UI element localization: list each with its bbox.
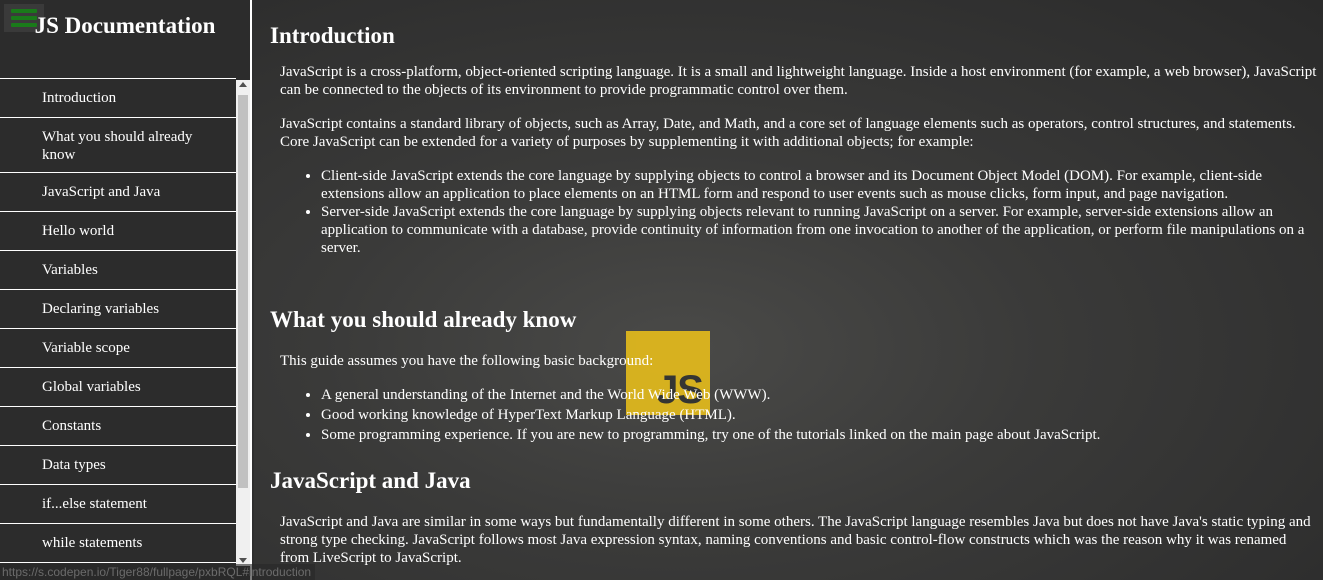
list-item: Some programming experience. If you are … <box>321 426 1319 444</box>
main-doc: JS Introduction JavaScript is a cross-pl… <box>254 0 1323 580</box>
nav-scrollbar[interactable] <box>236 80 250 566</box>
nav-link-while-statements[interactable]: while statements <box>0 524 236 563</box>
nav-link-javascript-and-java[interactable]: JavaScript and Java <box>0 173 236 212</box>
list-item: Client-side JavaScript extends the core … <box>321 167 1319 203</box>
list-item: Good working knowledge of HyperText Mark… <box>321 406 1319 424</box>
nav-link-declaring-variables[interactable]: Declaring variables <box>0 290 236 329</box>
scroll-down-arrow-icon[interactable] <box>239 558 247 563</box>
bullet-list: A general understanding of the Internet … <box>270 386 1319 444</box>
paragraph: JavaScript and Java are similar in some … <box>280 514 1311 566</box>
nav-link-constants[interactable]: Constants <box>0 407 236 446</box>
nav-link-if-else-statement[interactable]: if...else statement <box>0 485 236 524</box>
nav-link-what-you-should-already-know[interactable]: What you should already know <box>0 118 236 173</box>
section-heading: Introduction <box>270 23 395 48</box>
section-heading: JavaScript and Java <box>270 468 471 493</box>
nav-link-global-variables[interactable]: Global variables <box>0 368 236 407</box>
paragraph: JavaScript contains a standard library o… <box>280 116 1296 150</box>
scroll-up-arrow-icon[interactable] <box>239 82 247 87</box>
bullet-list: Client-side JavaScript extends the core … <box>270 167 1319 257</box>
section-javascript-and-java: JavaScript and Java JavaScript and Java … <box>254 467 1323 567</box>
nav-list: Introduction What you should already kno… <box>0 78 236 569</box>
sidebar-navbar: JS Documentation Introduction What you s… <box>0 0 252 580</box>
scrollbar-thumb[interactable] <box>238 95 248 488</box>
list-item: Server-side JavaScript extends the core … <box>321 203 1319 257</box>
paragraph: This guide assumes you have the followin… <box>280 353 654 369</box>
paragraph: JavaScript is a cross-platform, object-o… <box>280 64 1317 98</box>
section-what-you-should-already-know: What you should already know This guide … <box>254 306 1323 444</box>
section-heading: What you should already know <box>270 307 577 332</box>
nav-link-data-types[interactable]: Data types <box>0 446 236 485</box>
nav-link-hello-world[interactable]: Hello world <box>0 212 236 251</box>
sidebar-title: JS Documentation <box>34 13 216 38</box>
nav-link-variable-scope[interactable]: Variable scope <box>0 329 236 368</box>
list-item: A general understanding of the Internet … <box>321 386 1319 404</box>
nav-link-introduction[interactable]: Introduction <box>0 79 236 118</box>
page: JS Documentation Introduction What you s… <box>0 0 1323 580</box>
status-bar-url: https://s.codepen.io/Tiger88/fullpage/px… <box>0 564 316 580</box>
nav-link-variables[interactable]: Variables <box>0 251 236 290</box>
section-introduction: Introduction JavaScript is a cross-platf… <box>254 22 1323 257</box>
